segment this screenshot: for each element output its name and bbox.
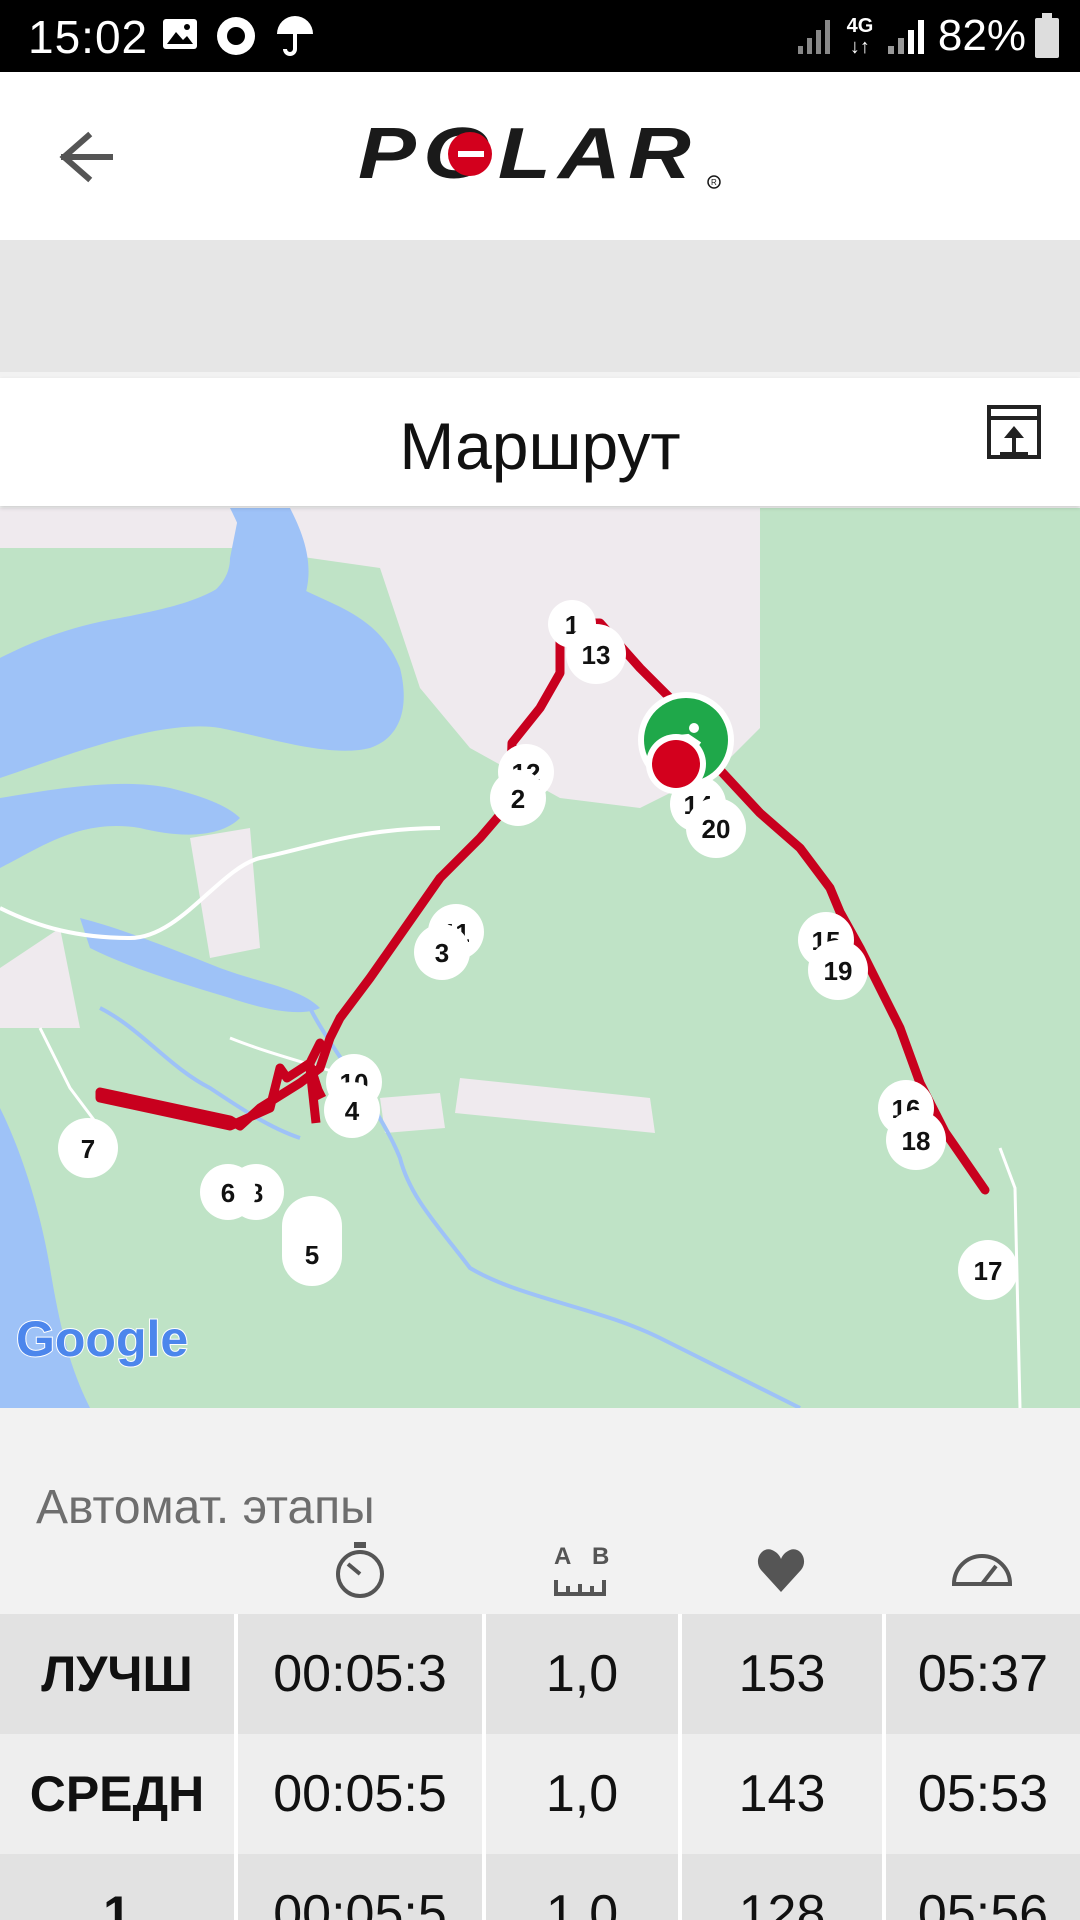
pace-cell: 05:53 — [917, 1765, 1049, 1823]
svg-text:20: 20 — [702, 814, 731, 844]
speedometer-icon — [951, 1554, 1013, 1586]
battery-percent: 82% — [937, 11, 1026, 60]
table-row[interactable]: ЛУЧШ 00:05:3 1,0 153 05:37 — [0, 1614, 1080, 1734]
battery-icon — [1035, 13, 1059, 58]
status-bar: 15:02 4G ↓↑ 82% — [0, 0, 1080, 72]
laps-section: Автомат. этапы A B ЛУЧШ 00:05:3 1,0 153 … — [0, 1408, 1080, 1920]
time-cell: 00:05:3 — [273, 1645, 447, 1703]
stopwatch-icon — [336, 1542, 384, 1598]
route-branch — [305, 1067, 321, 1124]
record-icon — [217, 17, 255, 55]
lap-marker[interactable]: 4 — [324, 1082, 380, 1138]
lap-marker[interactable] — [699, 807, 701, 809]
arrow-left-icon — [59, 131, 113, 183]
table-row[interactable]: СРЕДН 00:05:5 1,0 143 05:53 — [0, 1734, 1080, 1854]
distance-ab-icon: A B — [554, 1543, 609, 1596]
heart-icon — [757, 1549, 805, 1592]
page-title: Маршрут — [399, 409, 681, 483]
lap-marker[interactable]: 17 — [958, 1240, 1018, 1300]
table-row[interactable]: 1 00:05:5 1,0 128 05:56 — [0, 1854, 1080, 1920]
distance-cell: 1,0 — [545, 1645, 619, 1703]
app-header: POLAR R — [0, 72, 1080, 240]
svg-text:4: 4 — [345, 1096, 360, 1126]
lap-marker[interactable]: 2 — [490, 770, 546, 826]
google-attribution: Google — [16, 1311, 188, 1367]
image-icon — [163, 19, 197, 49]
time-cell: 00:05:5 — [273, 1885, 447, 1920]
time-cell: 00:05:5 — [273, 1765, 447, 1823]
pace-cell: 05:56 — [917, 1885, 1049, 1920]
row-label: 1 — [103, 1886, 131, 1920]
lap-marker[interactable]: 6 — [200, 1164, 256, 1220]
status-right: 4G ↓↑ 82% — [797, 8, 1060, 64]
heart-rate-cell: 128 — [738, 1885, 826, 1920]
svg-text:18: 18 — [902, 1126, 931, 1156]
back-button[interactable] — [50, 122, 120, 192]
lap-marker[interactable]: 13 — [566, 624, 626, 684]
heart-rate-cell: 153 — [738, 1645, 826, 1703]
svg-text:17: 17 — [974, 1256, 1003, 1286]
row-label: ЛУЧШ — [41, 1646, 193, 1702]
svg-text:3: 3 — [435, 938, 449, 968]
distance-cell: 1,0 — [545, 1765, 619, 1823]
map-urban-area — [380, 1093, 445, 1133]
export-icon — [987, 405, 1041, 459]
svg-text:7: 7 — [81, 1134, 95, 1164]
svg-text:5: 5 — [305, 1240, 319, 1270]
lap-marker[interactable]: 20 — [686, 798, 746, 858]
lap-marker[interactable]: 18 — [886, 1110, 946, 1170]
title-bar: Маршрут — [0, 378, 1080, 506]
polar-logo-text: POLAR — [358, 120, 698, 194]
laps-table: ЛУЧШ 00:05:3 1,0 153 05:37 СРЕДН 00:05:5… — [0, 1614, 1080, 1920]
signal-icon — [797, 20, 830, 54]
route-map[interactable]: 1 13 12 2 11 3 10 4 7 8 6 5 14 20 15 19 … — [0, 508, 1080, 1408]
svg-text:13: 13 — [582, 640, 611, 670]
svg-text:2: 2 — [511, 784, 525, 814]
svg-text:B: B — [592, 1543, 609, 1570]
svg-text:R: R — [711, 178, 717, 187]
screen: 15:02 4G ↓↑ 82% POLAR R Маршрут 1 13 2 3… — [0, 0, 1080, 1920]
polar-logo: POLAR R — [358, 120, 721, 194]
signal-icon — [887, 20, 924, 54]
header-spacer — [0, 240, 1080, 372]
heart-rate-cell: 143 — [738, 1765, 826, 1823]
export-button[interactable] — [986, 404, 1042, 460]
network-type: 4G ↓↑ — [846, 15, 874, 58]
distance-cell: 1,0 — [545, 1885, 619, 1920]
umbrella-icon — [277, 16, 313, 56]
svg-text:6: 6 — [221, 1178, 235, 1208]
lap-marker[interactable]: 3 — [414, 924, 470, 980]
lap-marker[interactable]: 7 — [58, 1118, 118, 1178]
end-marker[interactable] — [646, 734, 706, 794]
svg-text:19: 19 — [824, 956, 853, 986]
pace-cell: 05:37 — [917, 1645, 1049, 1703]
lap-marker[interactable]: 5 — [282, 1196, 342, 1286]
laps-title: Автомат. этапы — [36, 1481, 375, 1534]
svg-text:A: A — [554, 1543, 571, 1570]
row-label: СРЕДН — [29, 1766, 205, 1822]
status-time: 15:02 — [28, 11, 149, 63]
lap-marker[interactable]: 19 — [808, 940, 868, 1000]
map-canvas[interactable]: 1 13 12 2 11 3 10 4 7 8 6 5 14 20 15 19 … — [0, 508, 1080, 1408]
